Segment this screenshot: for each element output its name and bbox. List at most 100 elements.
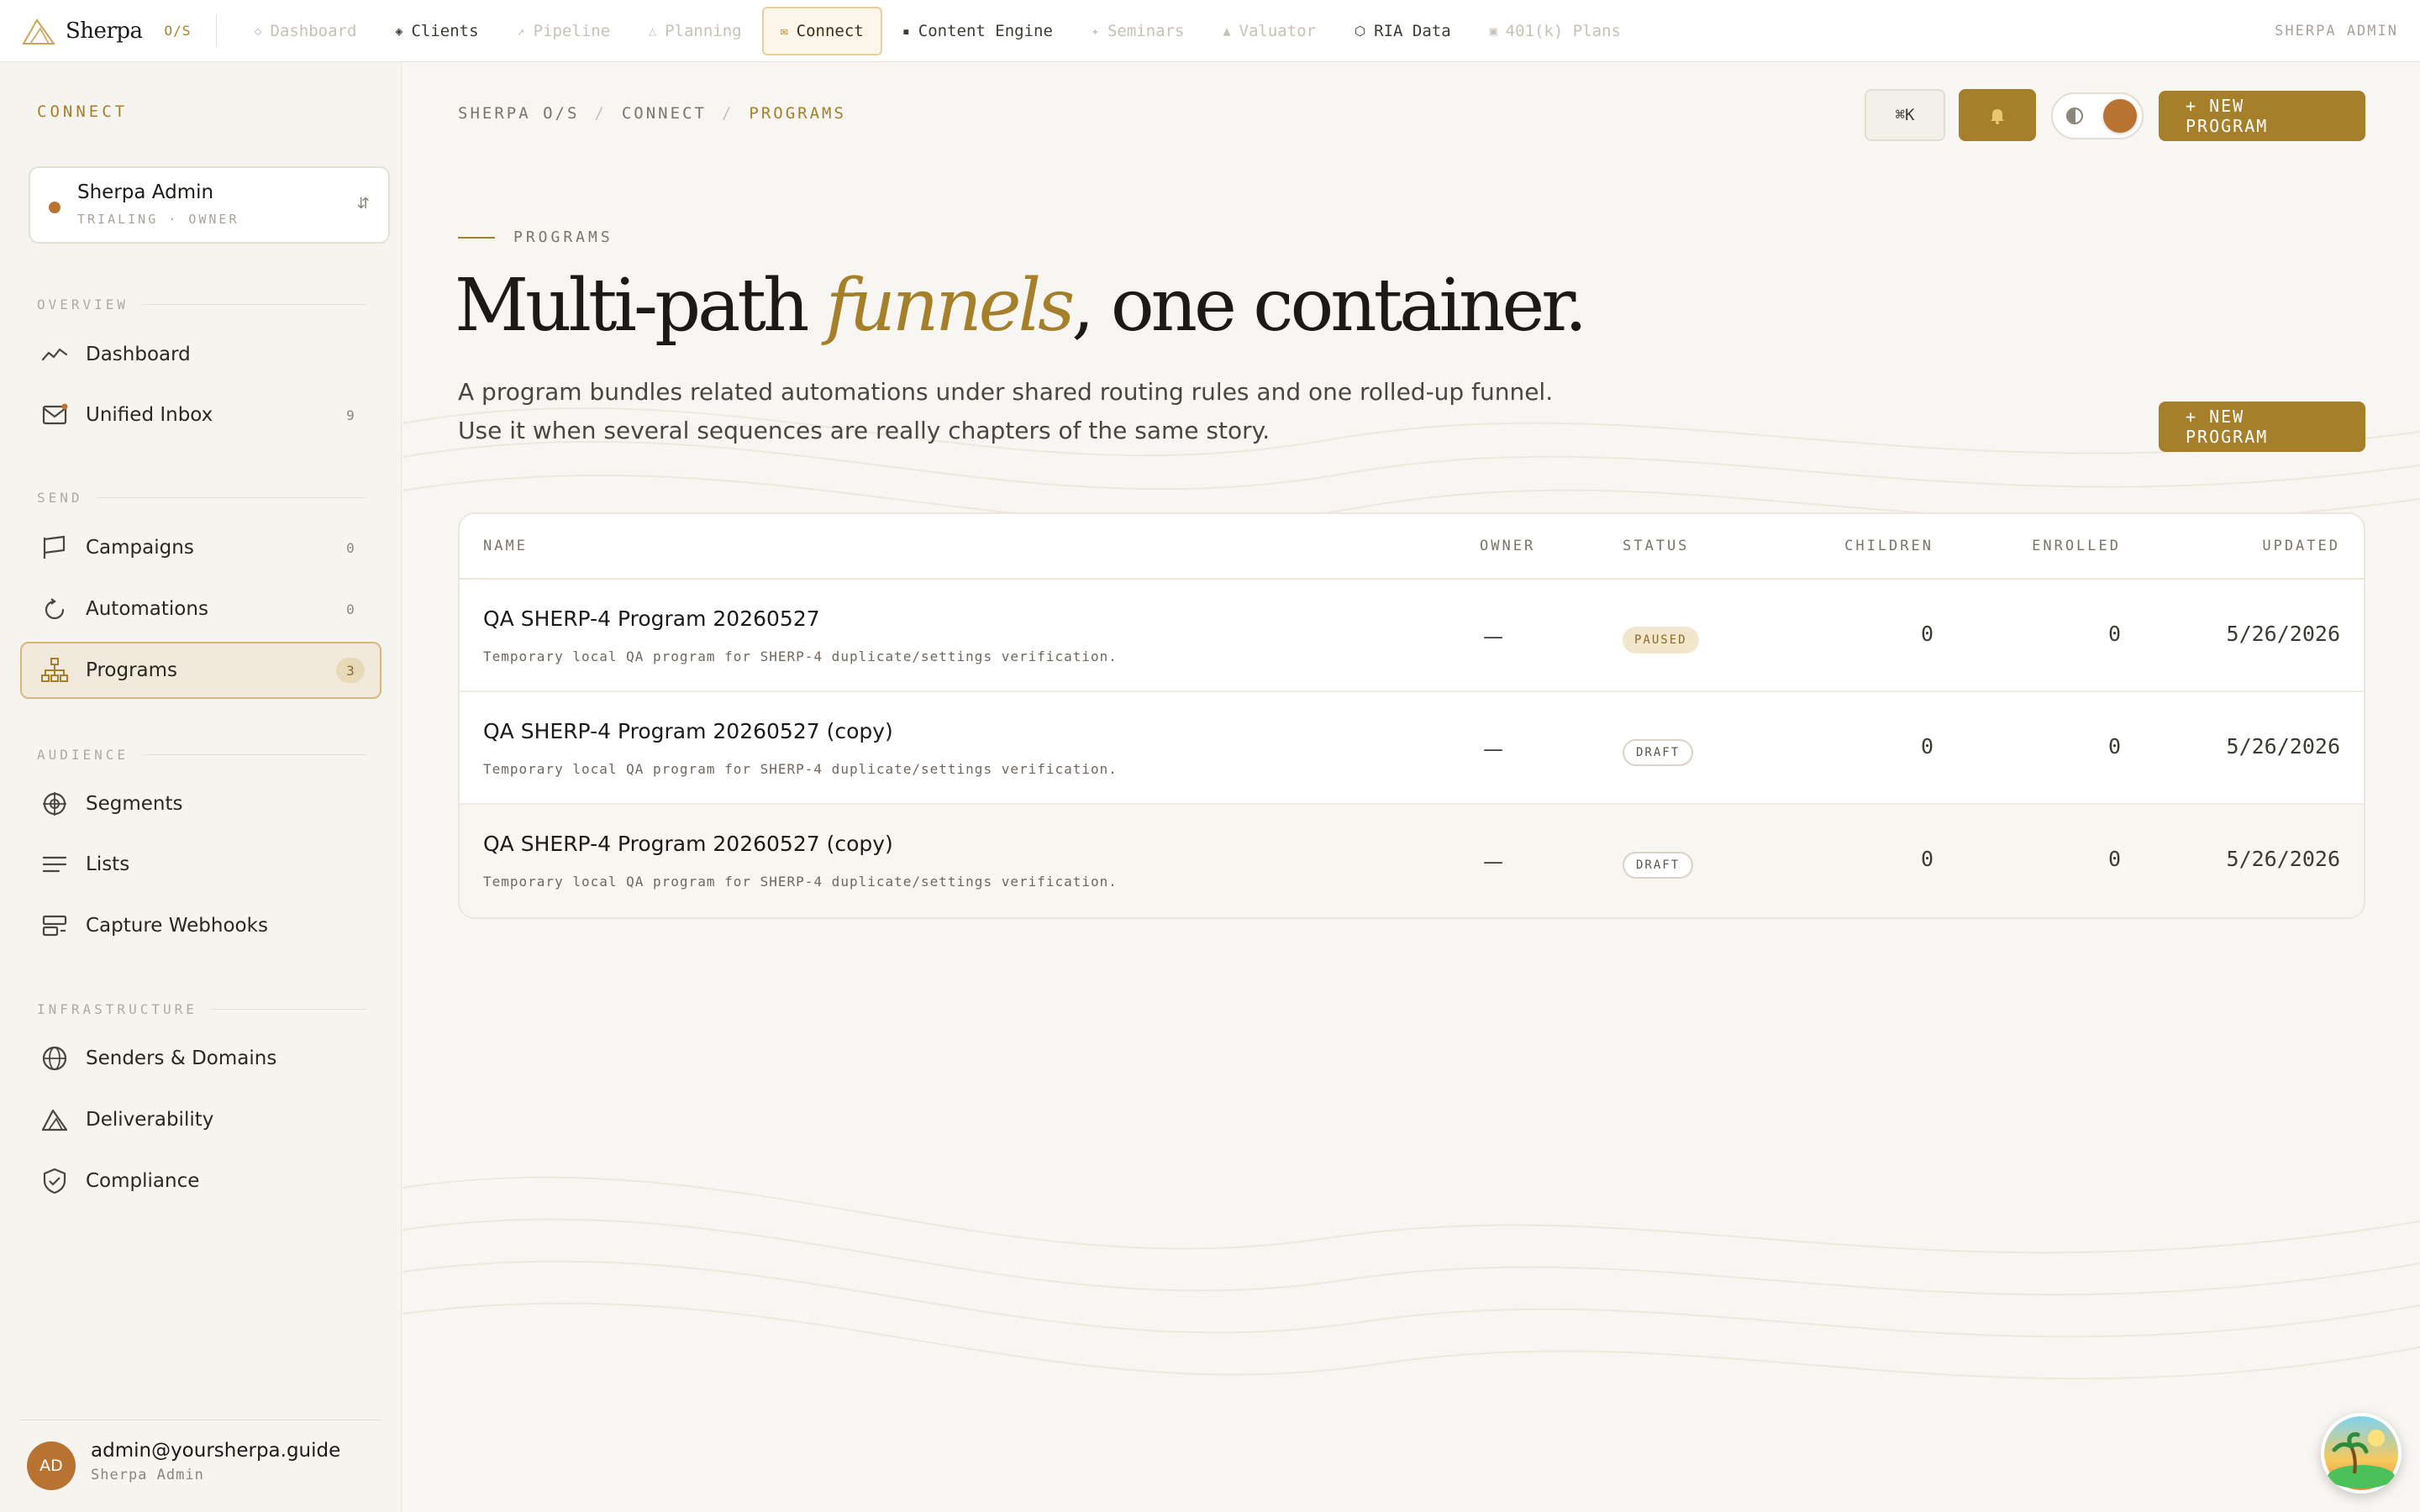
tab-label: Planning xyxy=(665,21,742,40)
brand[interactable]: Sherpa O/S xyxy=(0,0,191,62)
sidebar-item-label: Deliverability xyxy=(86,1109,214,1131)
tab-planning[interactable]: △ Planning xyxy=(630,7,760,55)
programs-table: NAME OWNER STATUS CHILDREN ENROLLED UPDA… xyxy=(458,512,2365,919)
tab-content-engine[interactable]: ▪ Content Engine xyxy=(884,7,1071,55)
new-program-button-header[interactable]: + NEW PROGRAM xyxy=(2159,91,2365,141)
account-name: Sherpa Admin xyxy=(77,181,214,203)
group-label-text: INFRASTRUCTURE xyxy=(37,1000,197,1017)
enrolled-count: 0 xyxy=(2107,622,2121,646)
sidebar-item-label: Lists xyxy=(86,853,130,875)
sidebar-item-dashboard[interactable]: Dashboard xyxy=(20,326,381,383)
user-role: Sherpa Admin xyxy=(91,1467,204,1483)
arrow-up-right-icon: ↗ xyxy=(517,23,525,39)
children-count: 0 xyxy=(1920,734,1933,759)
sidebar-section-title: CONNECT xyxy=(37,102,129,121)
program-name[interactable]: QA SHERP-4 Program 20260527 xyxy=(483,606,820,631)
assistant-launcher-button[interactable] xyxy=(2321,1413,2402,1494)
table-row[interactable]: QA SHERP-4 Program 20260527 Temporary lo… xyxy=(460,580,2364,692)
column-header-name[interactable]: NAME xyxy=(483,538,528,554)
program-name[interactable]: QA SHERP-4 Program 20260527 (copy) xyxy=(483,832,893,856)
column-header-enrolled[interactable]: ENROLLED xyxy=(2032,538,2121,554)
group-label-text: OVERVIEW xyxy=(37,296,129,312)
tab-pipeline[interactable]: ↗ Pipeline xyxy=(499,7,629,55)
sidebar-item-programs[interactable]: Programs 3 xyxy=(20,642,381,699)
avatar[interactable]: AD xyxy=(27,1441,76,1490)
group-divider xyxy=(142,753,366,755)
program-name[interactable]: QA SHERP-4 Program 20260527 (copy) xyxy=(483,719,893,743)
column-header-owner[interactable]: OWNER xyxy=(1480,538,1535,554)
swap-icon: ⇵ xyxy=(356,195,370,213)
tab-seminars[interactable]: ✦ Seminars xyxy=(1073,7,1203,55)
contrast-icon xyxy=(2066,108,2083,124)
sidebar-item-automations[interactable]: Automations 0 xyxy=(20,580,381,638)
program-description: Temporary local QA program for SHERP-4 d… xyxy=(483,761,1118,777)
program-owner: — xyxy=(1483,850,1503,874)
account-switcher[interactable]: Sherpa Admin TRIALING · OWNER ⇵ xyxy=(29,166,390,244)
description-line: Use it when several sequences are really… xyxy=(458,417,1270,444)
tab-connect[interactable]: ✉ Connect xyxy=(761,6,882,55)
sidebar-item-label: Capture Webhooks xyxy=(86,915,268,937)
diamond-outline-icon: ◇ xyxy=(254,23,262,39)
notifications-button[interactable] xyxy=(1959,89,2036,141)
sidebar-item-label: Campaigns xyxy=(86,537,194,559)
tab-valuator[interactable]: ▲ Valuator xyxy=(1204,7,1334,55)
count-badge: 0 xyxy=(346,539,355,556)
command-palette-button[interactable]: ⌘K xyxy=(1865,89,1945,141)
tab-clients[interactable]: ◈ Clients xyxy=(376,7,497,55)
sidebar-item-campaigns[interactable]: Campaigns 0 xyxy=(20,519,381,576)
tab-label: Clients xyxy=(411,21,479,40)
children-count: 0 xyxy=(1920,847,1933,871)
sidebar-item-unified-inbox[interactable]: Unified Inbox 9 xyxy=(20,386,381,444)
tab-label: Seminars xyxy=(1107,21,1185,40)
program-owner: — xyxy=(1483,738,1503,761)
refresh-arc-icon xyxy=(45,598,65,620)
program-description: Temporary local QA program for SHERP-4 d… xyxy=(483,874,1118,890)
group-divider xyxy=(142,303,366,305)
breadcrumb-item-sherpa[interactable]: SHERPA O/S xyxy=(458,104,579,123)
sidebar-item-deliverability[interactable]: Deliverability xyxy=(20,1091,381,1148)
shield-check-icon xyxy=(43,1168,66,1194)
sidebar-item-compliance[interactable]: Compliance xyxy=(20,1152,381,1210)
eyebrow-text: PROGRAMS xyxy=(513,228,613,246)
tab-label: Valuator xyxy=(1239,21,1317,40)
title-accent: funnels xyxy=(825,264,1076,348)
breadcrumb-item-connect[interactable]: CONNECT xyxy=(622,104,707,123)
column-header-status[interactable]: STATUS xyxy=(1623,538,1689,554)
group-label-overview: OVERVIEW xyxy=(37,294,366,314)
count-badge: 9 xyxy=(346,407,355,423)
status-badge: DRAFT xyxy=(1623,739,1694,766)
sidebar-item-segments[interactable]: Segments xyxy=(20,775,381,832)
status-badge: PAUSED xyxy=(1623,627,1699,654)
main-content: SHERPA O/S / CONNECT / PROGRAMS ⌘K + NEW… xyxy=(402,62,2420,1512)
tab-401k-plans[interactable]: ▣ 401(k) Plans xyxy=(1471,7,1639,55)
table-row[interactable]: QA SHERP-4 Program 20260527 (copy) Tempo… xyxy=(460,805,2364,917)
program-owner: — xyxy=(1483,625,1503,648)
tab-dashboard[interactable]: ◇ Dashboard xyxy=(235,7,375,55)
current-user-label[interactable]: SHERPA ADMIN xyxy=(2275,0,2398,62)
bell-icon xyxy=(1991,109,2004,124)
breadcrumb-separator: / xyxy=(721,104,734,123)
column-header-children[interactable]: CHILDREN xyxy=(1844,538,1933,554)
sidebar-item-lists[interactable]: Lists xyxy=(20,836,381,893)
column-header-updated[interactable]: UPDATED xyxy=(2262,538,2340,554)
sidebar-item-capture-webhooks[interactable]: Capture Webhooks xyxy=(20,897,381,954)
user-email: admin@yoursherpa.guide xyxy=(91,1440,341,1462)
status-badge: DRAFT xyxy=(1623,852,1694,879)
activity-chart-icon xyxy=(41,348,68,361)
theme-toggle[interactable] xyxy=(2051,92,2144,139)
table-row[interactable]: QA SHERP-4 Program 20260527 (copy) Tempo… xyxy=(460,692,2364,805)
hierarchy-icon xyxy=(41,658,68,682)
table-header: NAME OWNER STATUS CHILDREN ENROLLED UPDA… xyxy=(460,514,2364,580)
breadcrumb: SHERPA O/S / CONNECT / PROGRAMS xyxy=(458,104,846,123)
breadcrumb-separator: / xyxy=(594,104,607,123)
hexagon-icon: ⬡ xyxy=(1355,23,1366,39)
program-description: Temporary local QA program for SHERP-4 d… xyxy=(483,648,1118,664)
sidebar-item-label: Senders & Domains xyxy=(86,1047,277,1069)
sidebar-item-senders-domains[interactable]: Senders & Domains xyxy=(20,1030,381,1087)
new-program-button[interactable]: + NEW PROGRAM xyxy=(2159,402,2365,452)
list-lines-icon xyxy=(42,856,67,873)
group-label-audience: AUDIENCE xyxy=(37,744,366,764)
tab-ria-data[interactable]: ⬡ RIA Data xyxy=(1336,7,1470,55)
breadcrumb-item-programs: PROGRAMS xyxy=(749,104,846,123)
title-part: , one container. xyxy=(1071,264,1587,348)
